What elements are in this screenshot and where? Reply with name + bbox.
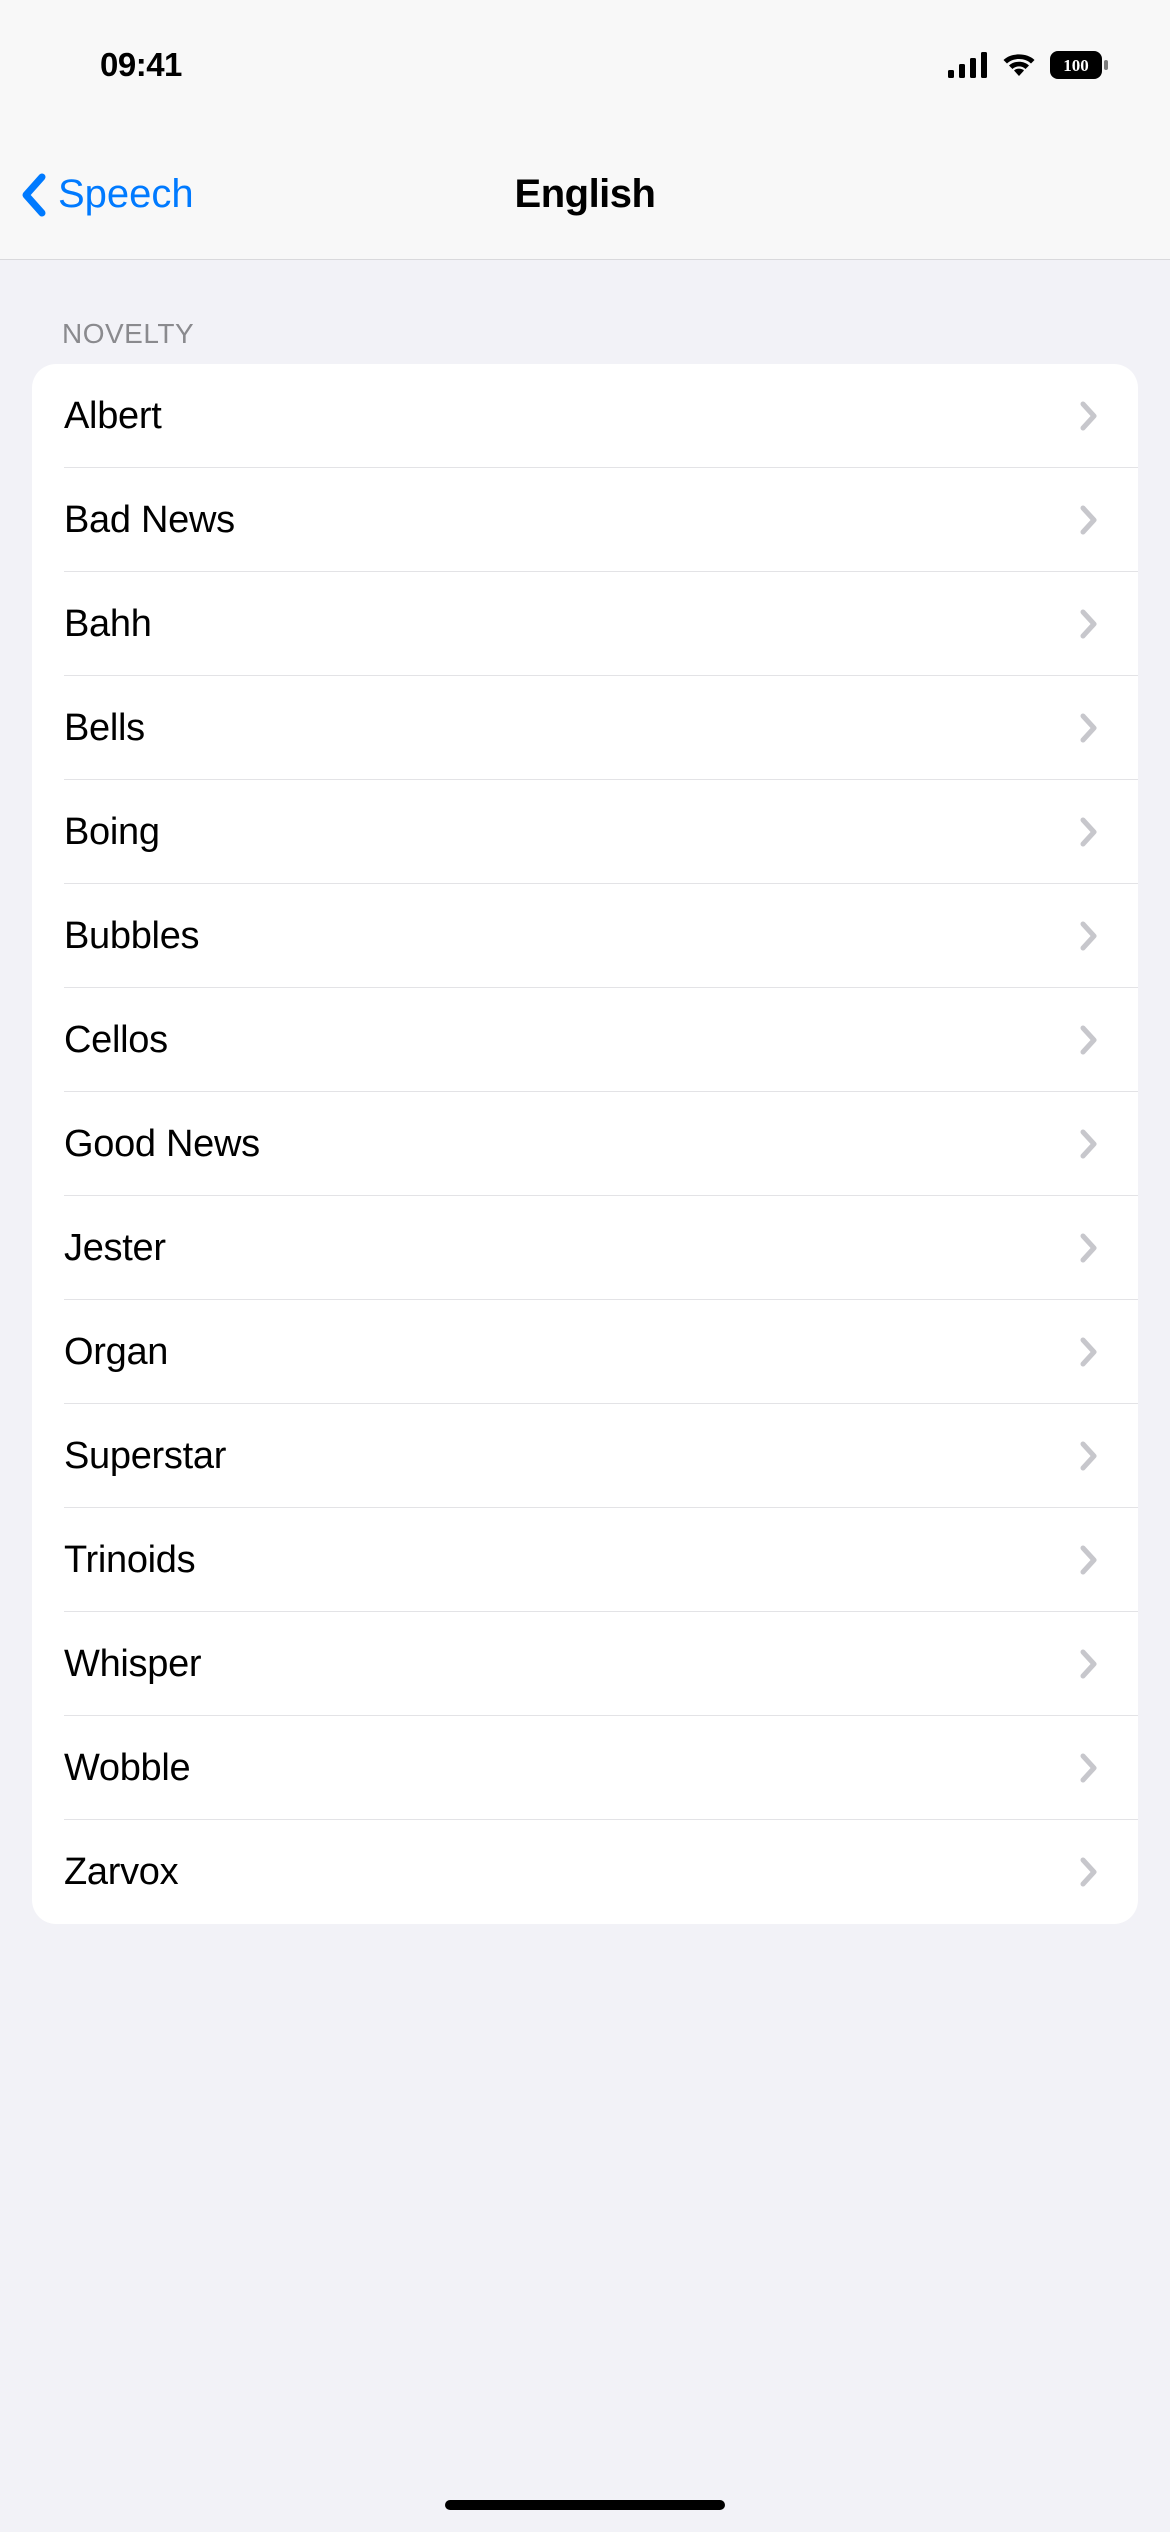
voice-row-zarvox[interactable]: Zarvox <box>32 1820 1138 1924</box>
chevron-right-icon <box>1080 1129 1098 1159</box>
back-button[interactable]: Speech <box>20 172 194 217</box>
back-label: Speech <box>58 172 194 217</box>
voice-label: Cellos <box>64 1019 168 1062</box>
chevron-right-icon <box>1080 609 1098 639</box>
status-icons: 100 <box>948 51 1110 79</box>
voice-row-jester[interactable]: Jester <box>32 1196 1138 1300</box>
chevron-right-icon <box>1080 1337 1098 1367</box>
voice-row-good-news[interactable]: Good News <box>32 1092 1138 1196</box>
chevron-right-icon <box>1080 1545 1098 1575</box>
voice-row-bells[interactable]: Bells <box>32 676 1138 780</box>
voice-row-bahh[interactable]: Bahh <box>32 572 1138 676</box>
voice-row-organ[interactable]: Organ <box>32 1300 1138 1404</box>
status-bar: 09:41 100 <box>0 0 1170 130</box>
section-header-novelty: NOVELTY <box>0 260 1170 364</box>
voice-row-boing[interactable]: Boing <box>32 780 1138 884</box>
voice-label: Bells <box>64 707 145 750</box>
voice-label: Trinoids <box>64 1539 195 1582</box>
voice-row-superstar[interactable]: Superstar <box>32 1404 1138 1508</box>
chevron-right-icon <box>1080 401 1098 431</box>
voice-label: Organ <box>64 1331 168 1374</box>
voice-row-bubbles[interactable]: Bubbles <box>32 884 1138 988</box>
voice-row-whisper[interactable]: Whisper <box>32 1612 1138 1716</box>
voice-label: Bad News <box>64 499 235 542</box>
chevron-right-icon <box>1080 1025 1098 1055</box>
voice-label: Bahh <box>64 603 152 646</box>
voice-label: Zarvox <box>64 1851 178 1894</box>
chevron-right-icon <box>1080 1857 1098 1887</box>
content-area: NOVELTY Albert Bad News Bahh Bells <box>0 260 1170 1984</box>
wifi-icon <box>1000 52 1038 78</box>
voice-label: Whisper <box>64 1643 201 1686</box>
voice-row-albert[interactable]: Albert <box>32 364 1138 468</box>
home-indicator[interactable] <box>445 2500 725 2510</box>
chevron-right-icon <box>1080 1753 1098 1783</box>
battery-level-text: 100 <box>1063 56 1089 75</box>
voice-label: Bubbles <box>64 915 199 958</box>
voice-list: Albert Bad News Bahh Bells Boing <box>32 364 1138 1924</box>
chevron-right-icon <box>1080 713 1098 743</box>
chevron-right-icon <box>1080 817 1098 847</box>
voice-row-wobble[interactable]: Wobble <box>32 1716 1138 1820</box>
navigation-bar: Speech English <box>0 130 1170 260</box>
status-time: 09:41 <box>100 46 182 84</box>
voice-label: Albert <box>64 395 161 438</box>
voice-row-cellos[interactable]: Cellos <box>32 988 1138 1092</box>
chevron-right-icon <box>1080 921 1098 951</box>
chevron-right-icon <box>1080 1649 1098 1679</box>
voice-label: Jester <box>64 1227 166 1270</box>
chevron-right-icon <box>1080 1441 1098 1471</box>
chevron-right-icon <box>1080 1233 1098 1263</box>
voice-label: Wobble <box>64 1747 190 1790</box>
voice-label: Good News <box>64 1123 260 1166</box>
voice-label: Boing <box>64 811 160 854</box>
chevron-right-icon <box>1080 505 1098 535</box>
voice-row-bad-news[interactable]: Bad News <box>32 468 1138 572</box>
page-title: English <box>515 172 656 217</box>
cellular-signal-icon <box>948 52 988 78</box>
voice-row-trinoids[interactable]: Trinoids <box>32 1508 1138 1612</box>
battery-icon: 100 <box>1050 51 1110 79</box>
voice-label: Superstar <box>64 1435 226 1478</box>
chevron-left-icon <box>20 173 48 217</box>
